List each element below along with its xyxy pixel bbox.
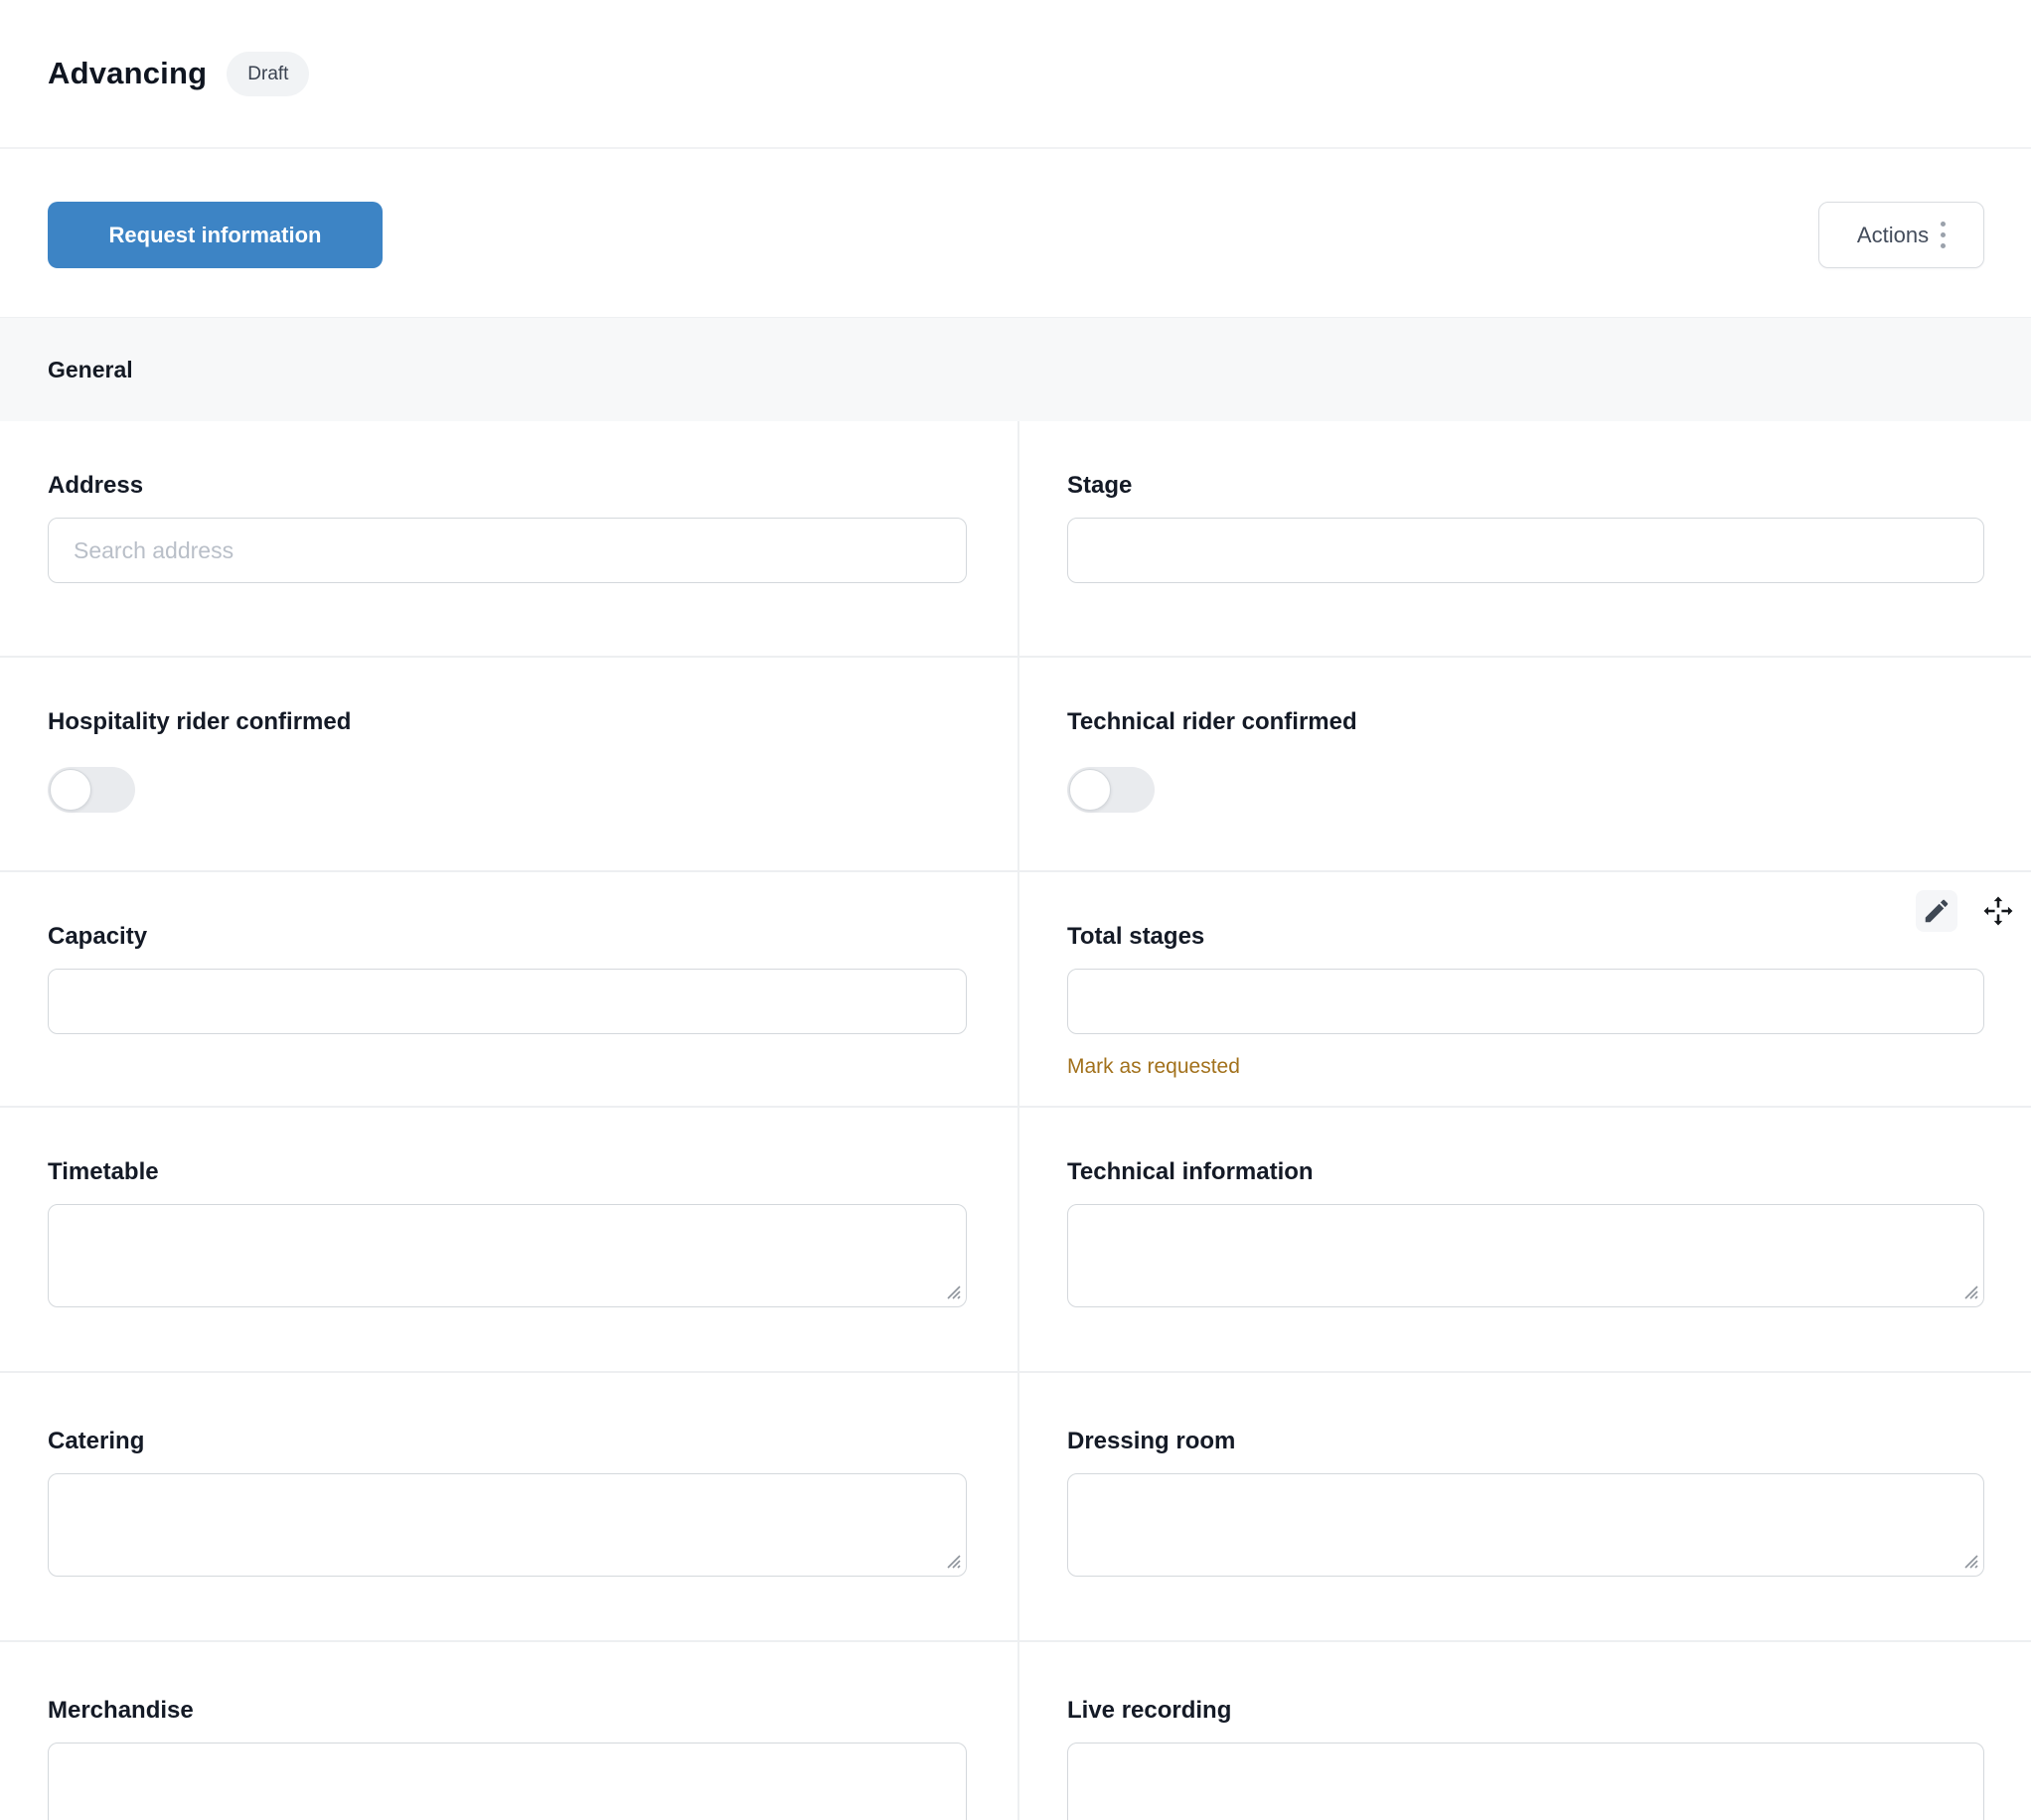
field-cell-total-stages: Total stages Mark as requested <box>1019 872 2031 1108</box>
toggle-knob <box>50 769 91 811</box>
catering-label: Catering <box>48 1427 967 1456</box>
live-recording-textarea[interactable] <box>1067 1743 1984 1820</box>
move-arrows-icon[interactable] <box>1977 890 2019 932</box>
field-cell-catering: Catering <box>0 1373 1019 1642</box>
status-badge: Draft <box>227 52 309 96</box>
total-stages-label: Total stages <box>1067 922 1984 952</box>
field-cell-merchandise: Merchandise <box>0 1642 1019 1820</box>
dressing-room-textarea[interactable] <box>1067 1473 1984 1577</box>
section-title: General <box>48 357 133 383</box>
address-input[interactable] <box>48 518 967 583</box>
request-information-button[interactable]: Request information <box>48 202 383 268</box>
page-header: Advancing Draft <box>0 0 2031 149</box>
form-grid: Address Stage Hospitality rider confirme… <box>0 421 2031 1820</box>
page-title: Advancing <box>48 56 207 91</box>
field-cell-dressing-room: Dressing room <box>1019 1373 2031 1642</box>
technical-rider-label: Technical rider confirmed <box>1067 707 1984 737</box>
field-cell-live-recording: Live recording <box>1019 1642 2031 1820</box>
capacity-input[interactable] <box>48 969 967 1034</box>
actions-button[interactable]: Actions <box>1818 202 1984 268</box>
capacity-label: Capacity <box>48 922 967 952</box>
section-header-general: General <box>0 317 2031 421</box>
field-cell-stage: Stage <box>1019 421 2031 658</box>
toolbar: Request information Actions <box>0 149 2031 317</box>
mark-as-requested-link[interactable]: Mark as requested <box>1067 1055 1240 1079</box>
hospitality-rider-toggle[interactable] <box>48 767 135 813</box>
field-cell-address: Address <box>0 421 1019 658</box>
stage-input[interactable] <box>1067 518 1984 583</box>
field-cell-technical-information: Technical information <box>1019 1108 2031 1373</box>
actions-button-label: Actions <box>1857 223 1929 248</box>
edit-pencil-icon[interactable] <box>1916 890 1957 932</box>
timetable-textarea[interactable] <box>48 1204 967 1307</box>
field-cell-hospitality-rider: Hospitality rider confirmed <box>0 658 1019 872</box>
catering-textarea[interactable] <box>48 1473 967 1577</box>
field-cell-capacity: Capacity <box>0 872 1019 1108</box>
technical-rider-toggle[interactable] <box>1067 767 1155 813</box>
dressing-room-label: Dressing room <box>1067 1427 1984 1456</box>
address-label: Address <box>48 471 967 501</box>
live-recording-label: Live recording <box>1067 1696 1984 1726</box>
stage-label: Stage <box>1067 471 1984 501</box>
field-cell-technical-rider: Technical rider confirmed <box>1019 658 2031 872</box>
hospitality-rider-label: Hospitality rider confirmed <box>48 707 967 737</box>
technical-information-textarea[interactable] <box>1067 1204 1984 1307</box>
toggle-knob <box>1069 769 1111 811</box>
timetable-label: Timetable <box>48 1157 967 1187</box>
merchandise-textarea[interactable] <box>48 1743 967 1820</box>
total-stages-input[interactable] <box>1067 969 1984 1034</box>
field-hover-controls <box>1916 890 2019 932</box>
technical-information-label: Technical information <box>1067 1157 1984 1187</box>
merchandise-label: Merchandise <box>48 1696 967 1726</box>
field-cell-timetable: Timetable <box>0 1108 1019 1373</box>
kebab-vertical-icon <box>1941 222 1946 248</box>
